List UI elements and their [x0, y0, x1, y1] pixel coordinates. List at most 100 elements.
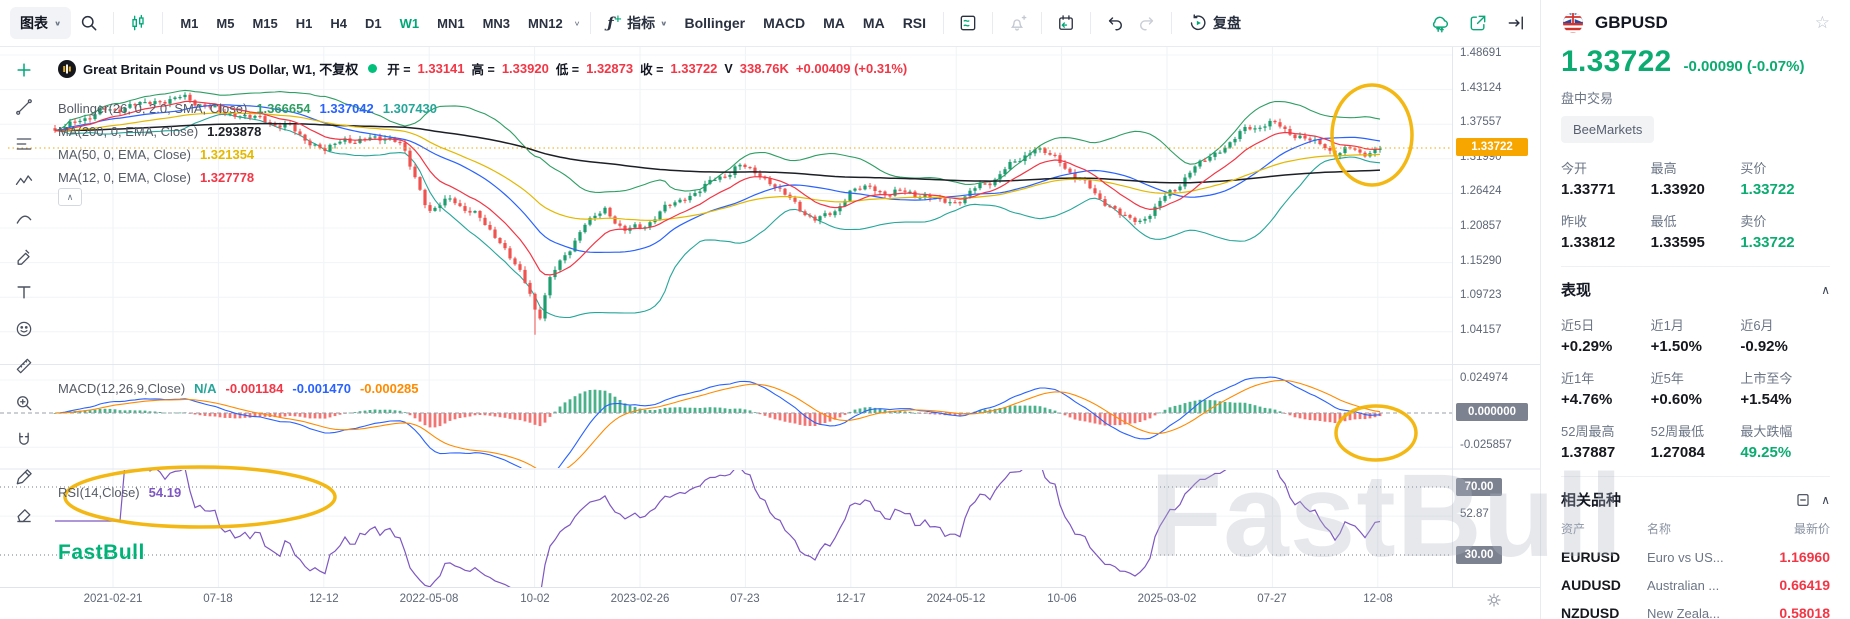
drawing-toolbar — [0, 47, 47, 619]
bollinger-label: Bollinger(26, 0, 2.0, SMA, Close) — [58, 101, 247, 116]
export-button[interactable] — [1464, 9, 1492, 37]
curve-tool-button[interactable] — [11, 205, 37, 231]
indicator-row-ma12[interactable]: MA(12, 0, EMA, Close) 1.327778 — [58, 170, 254, 185]
plus-icon — [14, 60, 34, 80]
divider — [1561, 476, 1830, 477]
collapse-indicators-button[interactable]: ∧ — [58, 188, 82, 206]
calendar-icon — [1056, 13, 1076, 33]
replay-label: 复盘 — [1213, 13, 1241, 33]
chart-title[interactable]: Great Britain Pound vs US Dollar, W1, 不复… — [83, 59, 358, 78]
add-tool-button[interactable] — [11, 57, 37, 83]
high-value: 1.33920 — [502, 61, 549, 76]
undo-button[interactable] — [1101, 9, 1129, 37]
current-price-badge: 1.33722 — [1456, 138, 1528, 156]
indicators-menu[interactable]: ƒ+ 指标 ∨ — [601, 8, 673, 38]
cloud-save-button[interactable] — [1426, 9, 1454, 37]
perf-max-drawdown: 最大跌幅49.25% — [1740, 421, 1830, 461]
broker-chip[interactable]: BeeMarkets — [1561, 116, 1654, 143]
indicator-row-macd[interactable]: MACD(12,26,9,Close) N/A -0.001184 -0.001… — [58, 381, 419, 396]
macd-zero-badge: 0.000000 — [1456, 403, 1528, 421]
chevron-up-icon: ∧ — [1821, 283, 1830, 297]
divider — [943, 12, 944, 34]
perf-52w-low: 52周最低1.27084 — [1651, 421, 1741, 461]
shortcut-rsi[interactable]: RSI — [896, 10, 933, 36]
note-list-icon[interactable] — [1795, 492, 1811, 508]
chart-settings-button[interactable] — [1486, 592, 1502, 608]
chevron-up-icon: ∧ — [1821, 493, 1830, 507]
search-button[interactable] — [75, 9, 103, 37]
quote-sidebar: GBPUSD ☆ 1.33722 -0.00090 (-0.07%) 盘中交易 … — [1540, 0, 1850, 619]
shortcut-macd[interactable]: MACD — [756, 10, 812, 36]
shortcut-bollinger[interactable]: Bollinger — [677, 10, 752, 36]
ma12-label: MA(12, 0, EMA, Close) — [58, 170, 191, 185]
related-row-nzdusd[interactable]: NZDUSD — [1561, 605, 1647, 619]
low-value: 1.32873 — [586, 61, 633, 76]
timeframe-d1[interactable]: D1 — [358, 11, 389, 36]
macd-axis-label: 0.024974 — [1460, 372, 1508, 384]
date-axis-label: 2025-03-02 — [1138, 593, 1197, 605]
eraser-tool-button[interactable] — [11, 501, 37, 527]
indicator-row-rsi[interactable]: RSI(14,Close) 54.19 — [58, 485, 181, 500]
timeframe-h4[interactable]: H4 — [323, 11, 354, 36]
replay-button[interactable]: 复盘 — [1182, 8, 1247, 38]
indicator-row-ma50[interactable]: MA(50, 0, EMA, Close) 1.321354 — [58, 147, 254, 162]
symbol-name: GBPUSD — [1595, 13, 1668, 33]
gbpusd-flag-icon — [1561, 11, 1585, 35]
timeframe-w1-active[interactable]: W1 — [393, 11, 427, 36]
timeframe-h1[interactable]: H1 — [289, 11, 320, 36]
trendline-tool-button[interactable] — [11, 94, 37, 120]
chart-type-menu[interactable]: 图表 ∨ — [10, 7, 71, 39]
indicator-row-ma200[interactable]: MA(200, 0, EMA, Close) 1.293878 — [58, 124, 261, 139]
performance-grid: 近5日+0.29% 近1月+1.50% 近6月-0.92% 近1年+4.76% … — [1561, 315, 1830, 461]
chart-menu-label: 图表 — [20, 13, 48, 33]
ruler-tool-button[interactable] — [11, 353, 37, 379]
related-price: 0.58018 — [1759, 605, 1830, 619]
chevron-down-icon: ∨ — [54, 19, 61, 27]
zoom-tool-button[interactable] — [11, 390, 37, 416]
redo-button[interactable] — [1133, 9, 1161, 37]
date-axis-label: 2024-05-12 — [927, 593, 986, 605]
curve-icon — [14, 208, 34, 228]
timeframe-mn12[interactable]: MN12 — [521, 11, 570, 36]
date-axis-label: 12-08 — [1363, 593, 1392, 605]
related-section-header[interactable]: 相关品种 ∧ — [1561, 489, 1830, 510]
timeframes-more-chevron-icon[interactable]: ∨ — [574, 19, 581, 27]
wave-tool-button[interactable] — [11, 168, 37, 194]
timeframe-m15[interactable]: M15 — [245, 11, 284, 36]
shortcut-ma-2[interactable]: MA — [856, 10, 892, 36]
timeframe-mn3[interactable]: MN3 — [476, 11, 517, 36]
brush-icon — [14, 245, 34, 265]
date-axis-label: 07-23 — [730, 593, 759, 605]
volume-label: V — [724, 62, 732, 76]
indicators-label: 指标 — [627, 13, 655, 33]
timeframe-m1[interactable]: M1 — [173, 11, 205, 36]
perf-inception: 上市至今+1.54% — [1740, 368, 1830, 408]
magnet-tool-button[interactable] — [11, 427, 37, 453]
brush-tool-button[interactable] — [11, 242, 37, 268]
alert-button[interactable] — [1003, 9, 1031, 37]
macd-axis-label: -0.025857 — [1460, 439, 1512, 451]
related-row-eurusd[interactable]: EURUSD — [1561, 549, 1647, 565]
candle-style-button[interactable] — [124, 9, 152, 37]
calendar-button[interactable] — [1052, 9, 1080, 37]
timeframe-mn1[interactable]: MN1 — [430, 11, 471, 36]
panel-layout-button[interactable] — [954, 9, 982, 37]
collapse-panel-button[interactable] — [1502, 9, 1530, 37]
macd-line-value: -0.001470 — [292, 381, 351, 396]
related-row-audusd[interactable]: AUDUSD — [1561, 577, 1647, 593]
perf-5y: 近5年+0.60% — [1651, 368, 1741, 408]
emoji-tool-button[interactable] — [11, 316, 37, 342]
divider — [162, 12, 163, 34]
instrument-logo-icon — [58, 60, 76, 78]
eraser-icon — [14, 504, 34, 524]
price-axis-label: 1.48691 — [1460, 47, 1502, 59]
timeframe-m5[interactable]: M5 — [209, 11, 241, 36]
indicator-row-bollinger[interactable]: Bollinger(26, 0, 2.0, SMA, Close) 1.3666… — [58, 101, 437, 116]
favorite-star-icon[interactable]: ☆ — [1815, 13, 1830, 33]
shortcut-ma-1[interactable]: MA — [816, 10, 852, 36]
fib-tool-button[interactable] — [11, 131, 37, 157]
performance-section-header[interactable]: 表现 ∧ — [1561, 279, 1830, 300]
ma50-value: 1.321354 — [200, 147, 254, 162]
text-tool-button[interactable] — [11, 279, 37, 305]
pen-tool-button[interactable] — [11, 464, 37, 490]
